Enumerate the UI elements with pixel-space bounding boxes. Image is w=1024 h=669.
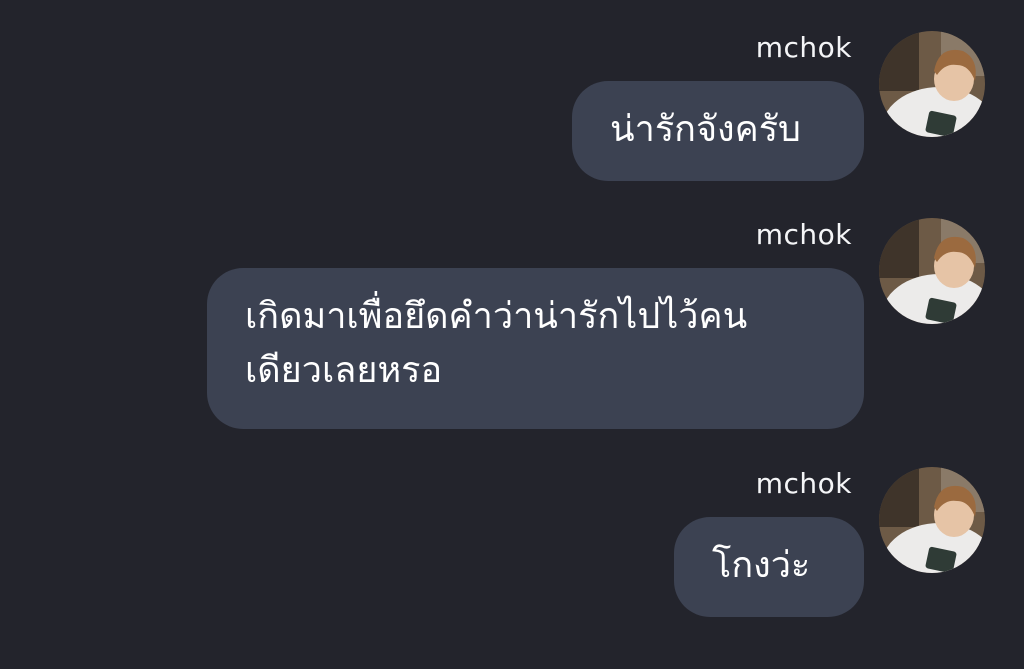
message-bubble[interactable]: น่ารักจังครับ xyxy=(572,81,864,181)
avatar[interactable] xyxy=(879,467,985,573)
message-bubble[interactable]: เกิดมาเพื่อยึดคำว่าน่ารักไปไว้คน เดียวเล… xyxy=(207,268,864,429)
chat-screen: { "messages": [ { "sender": "mchok", "te… xyxy=(0,0,1024,669)
sender-name: mchok xyxy=(755,31,852,64)
avatar[interactable] xyxy=(879,218,985,324)
profile-photo-icon xyxy=(879,467,985,573)
sender-name: mchok xyxy=(755,218,852,251)
message-bubble[interactable]: โกงว่ะ xyxy=(674,517,864,617)
profile-photo-icon xyxy=(879,218,985,324)
profile-photo-icon xyxy=(879,31,985,137)
avatar[interactable] xyxy=(879,31,985,137)
sender-name: mchok xyxy=(755,467,852,500)
